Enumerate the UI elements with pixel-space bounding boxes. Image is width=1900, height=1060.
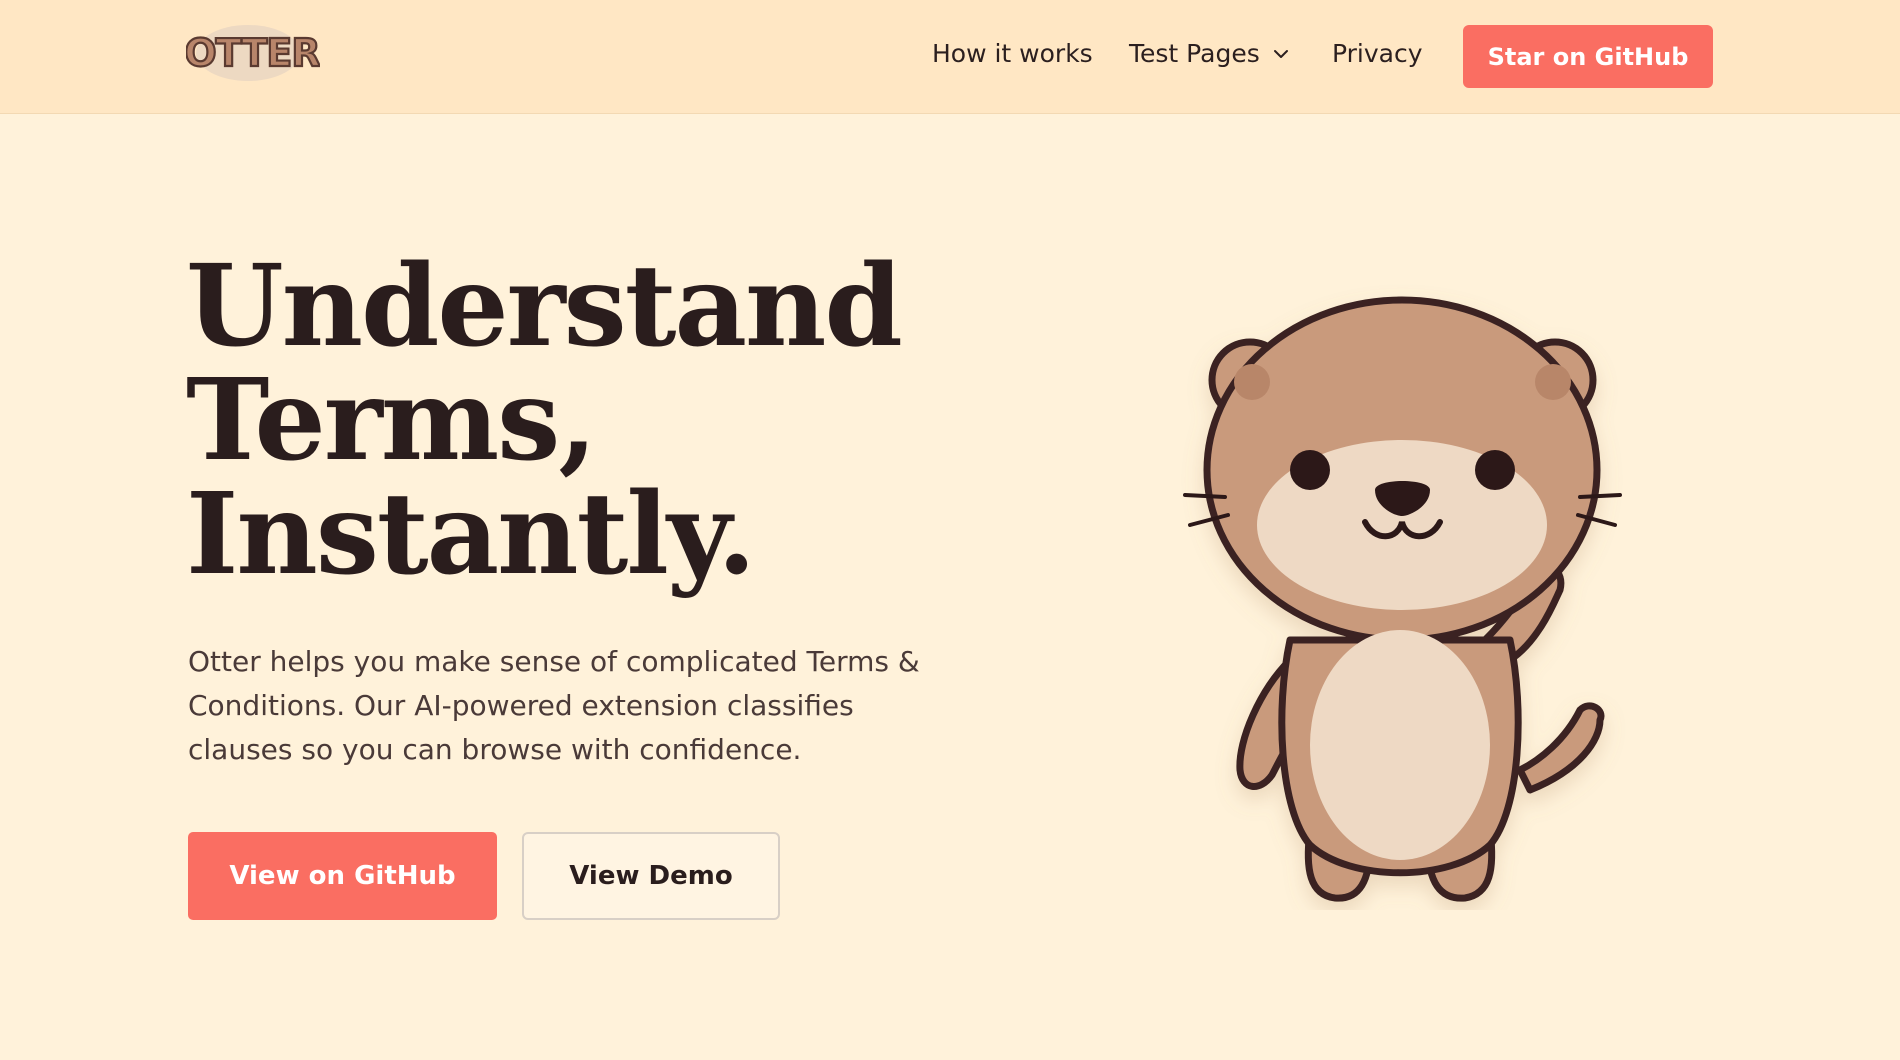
hero-title-line-1: Understand [186, 241, 903, 372]
hero-title-line-2: Terms, [186, 355, 597, 486]
logo-text: OTTER [186, 31, 320, 75]
nav-privacy[interactable]: Privacy [1332, 39, 1423, 68]
hero-title: Understand Terms, Instantly. [186, 250, 946, 592]
site-header: OTTER How it works Test Pages Privacy St… [0, 0, 1900, 114]
chevron-down-icon [1273, 49, 1288, 58]
otter-mascot [1160, 270, 1640, 910]
view-demo-button[interactable]: View Demo [522, 832, 780, 920]
hero-description: Otter helps you make sense of complicate… [188, 645, 920, 766]
otter-logo[interactable]: OTTER [183, 20, 322, 90]
nav-how-it-works[interactable]: How it works [932, 39, 1093, 68]
view-on-github-button[interactable]: View on GitHub [188, 832, 497, 920]
hero-title-line-3: Instantly. [186, 469, 756, 600]
star-on-github-button[interactable]: Star on GitHub [1463, 25, 1713, 88]
otter-logo-icon: OTTER [183, 25, 322, 81]
nav-test-pages-label: Test Pages [1129, 39, 1260, 68]
otter-mascot-icon [1183, 296, 1622, 902]
nav-test-pages-dropdown[interactable]: Test Pages [1129, 39, 1290, 68]
